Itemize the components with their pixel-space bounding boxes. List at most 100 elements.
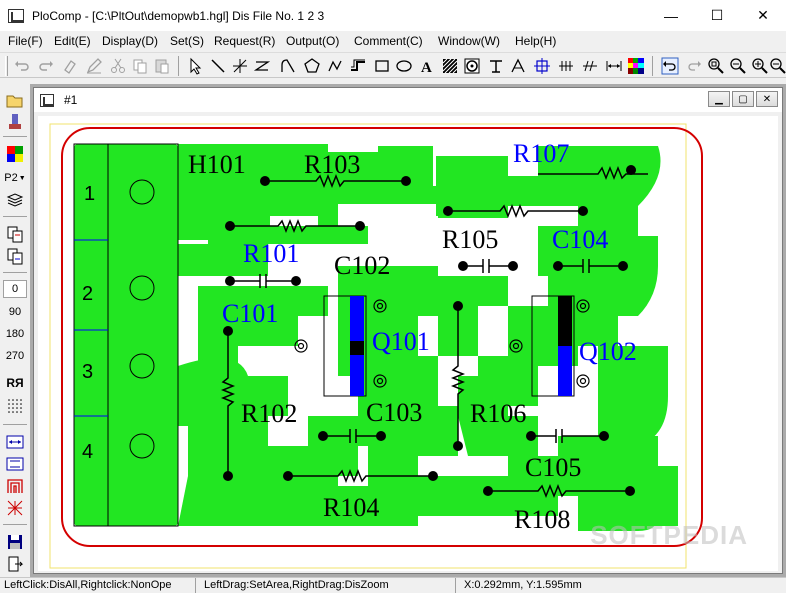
toolbar-separator [178,56,179,76]
status-drag-hint: LeftDrag:SetArea,RightDrag:DisZoom [200,578,456,593]
zoom-out-icon[interactable] [768,56,786,76]
copy-layer-icon[interactable] [4,224,26,244]
select-arrow-icon[interactable] [186,56,206,76]
document-window: #1 ▁ ▢ ✕ 1 2 3 4 H101 R103 R107 R101 R10… [33,87,783,574]
dimension-tool-icon[interactable] [508,56,528,76]
watermark: SOFTPEDIA [590,520,748,550]
open-folder-icon[interactable] [4,90,26,110]
fit-width-icon[interactable] [4,432,26,452]
hatch-fill-icon[interactable] [440,56,460,76]
zoom-fit-icon[interactable] [728,56,748,76]
rotation-270-button[interactable]: 270 [0,350,30,362]
label-c103: C103 [366,398,422,427]
doc-close-button[interactable]: ✕ [756,91,778,107]
app-window: PloComp - [C:\PltOut\demopwb1.hgl] Dis F… [0,0,786,593]
label-q102: Q102 [579,337,637,366]
doc-restore-button[interactable]: ▢ [732,91,754,107]
save-file-icon[interactable] [4,532,26,552]
polygon-tool-icon[interactable] [302,56,322,76]
pattern-icon[interactable] [4,498,26,518]
toolbar-separator [652,56,653,76]
menu-file[interactable]: File(F) [8,34,43,48]
label-h101: H101 [188,150,246,179]
chevron-down-icon: ▼ [18,174,26,182]
label-r102: R102 [241,399,297,428]
exit-icon[interactable] [4,554,26,574]
document-icon [40,93,54,107]
left-separator [3,424,27,425]
svg-text:A: A [421,60,432,75]
polyline-tool-icon[interactable] [326,56,346,76]
rectangle-tool-icon[interactable] [372,56,392,76]
color-grid-icon[interactable] [4,144,26,164]
zigzag-line-icon[interactable] [252,56,272,76]
rotation-0-button[interactable]: 0 [3,280,27,298]
eraser-icon[interactable] [60,56,80,76]
rotation-90-button[interactable]: 90 [0,306,30,318]
zoom-in-icon[interactable] [750,56,770,76]
status-mouse-hint: LeftClick:DisAll,Rightclick:NonOpe [0,578,196,593]
document-title: #1 [64,93,78,107]
zoom-window-icon[interactable] [706,56,726,76]
arc-tool-icon[interactable] [278,56,298,76]
pad-target-icon[interactable] [462,56,482,76]
zoom-undo-icon[interactable] [660,56,680,76]
menu-set[interactable]: Set(S) [170,34,204,48]
status-coordinates: X:0.292mm, Y:1.595mm [464,579,582,591]
menu-help[interactable]: Help(H) [515,34,556,48]
print-setup-icon[interactable] [4,112,26,132]
label-r101: R101 [243,239,299,268]
minimize-button[interactable]: — [648,0,694,31]
tapered-line-icon[interactable] [580,56,600,76]
coil-icon[interactable] [4,476,26,496]
ellipse-tool-icon[interactable] [394,56,414,76]
pen-select-dropdown[interactable]: P2 ▼ [2,168,28,188]
menu-request[interactable]: Request(R) [214,34,275,48]
line-tool-icon[interactable] [208,56,228,76]
dot-grid-icon[interactable] [4,396,26,416]
doc-minimize-button[interactable]: ▁ [708,91,730,107]
pin-label-4: 4 [82,441,93,463]
width-arrows-icon[interactable] [604,56,624,76]
label-r105: R105 [442,225,498,254]
pencil-icon[interactable] [84,56,104,76]
copy-icon[interactable] [130,56,150,76]
step-line-icon[interactable] [348,56,368,76]
label-r104: R104 [323,493,379,522]
maximize-button[interactable]: ☐ [694,0,740,31]
symbol-tool-icon[interactable] [486,56,506,76]
title-bar: PloComp - [C:\PltOut\demopwb1.hgl] Dis F… [0,0,786,31]
paste-icon[interactable] [152,56,172,76]
label-r108: R108 [514,505,570,534]
text-tool-icon[interactable]: A [416,56,436,76]
layers-icon[interactable] [4,190,26,210]
toolbar-grip[interactable] [5,56,8,76]
pin-label-1: 1 [84,183,95,205]
zoom-redo-icon[interactable] [684,56,704,76]
rotation-180-button[interactable]: 180 [0,328,30,340]
color-palette-icon[interactable] [626,56,646,76]
menu-comment[interactable]: Comment(C) [354,34,423,48]
pen-label: P2 [4,172,18,184]
cut-icon[interactable] [108,56,128,76]
center-mark-icon[interactable] [532,56,552,76]
menu-window[interactable]: Window(W) [438,34,500,48]
fit-page-icon[interactable] [4,454,26,474]
menu-output[interactable]: Output(O) [286,34,339,48]
label-r103: R103 [304,150,360,179]
main-toolbar: A [0,52,786,78]
redo-icon[interactable] [36,56,56,76]
status-bar: LeftClick:DisAll,Rightclick:NonOpe LeftD… [0,577,786,593]
mdi-workspace: #1 ▁ ▢ ✕ 1 2 3 4 H101 R103 R107 R101 R10… [30,84,786,577]
paste-layer-icon[interactable] [4,246,26,266]
pcb-drawing-canvas[interactable]: 1 2 3 4 H101 R103 R107 R101 R105 C104 C1… [38,116,778,571]
parallel-line-icon[interactable] [556,56,576,76]
cross-line-icon[interactable] [230,56,250,76]
left-separator [3,136,27,137]
menu-display[interactable]: Display(D) [102,34,158,48]
left-toolbar: P2 ▼ 0 90 180 270 RЯ [0,84,30,577]
undo-icon[interactable] [12,56,32,76]
close-button[interactable]: ✕ [740,0,786,31]
mirror-button[interactable]: RЯ [0,376,30,390]
menu-edit[interactable]: Edit(E) [54,34,91,48]
